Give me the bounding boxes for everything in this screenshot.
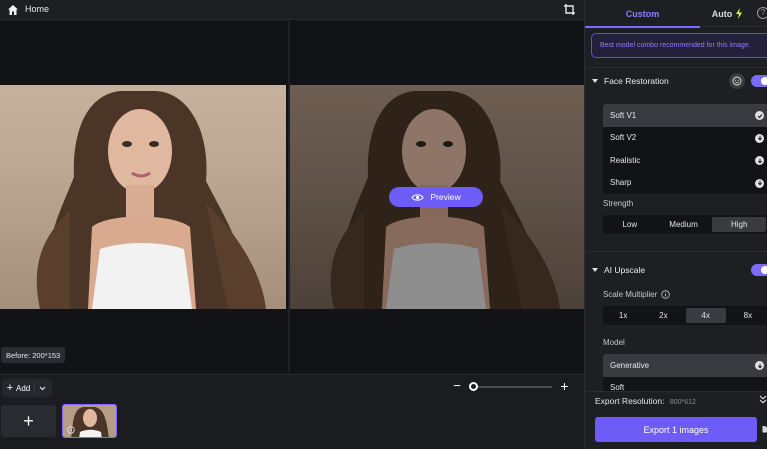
info-icon[interactable] bbox=[661, 290, 670, 299]
image-canvas: Preview Before: 200*153 bbox=[0, 21, 584, 373]
before-image bbox=[0, 85, 286, 309]
ai-upscale-title: AI Upscale bbox=[604, 265, 646, 275]
export-resolution-value: 800*612 bbox=[669, 399, 696, 406]
crop-icon[interactable] bbox=[563, 3, 576, 16]
model-label: Soft V2 bbox=[610, 133, 637, 143]
ai-upscale-header[interactable]: AI Upscale bbox=[585, 260, 767, 280]
scale-multiplier-selector: 1x 2x 4x 8x bbox=[603, 306, 767, 325]
caret-down-icon bbox=[592, 79, 598, 83]
model-label: Model bbox=[603, 338, 625, 347]
eye-icon bbox=[411, 193, 424, 201]
zoom-out-button[interactable]: − bbox=[451, 379, 463, 393]
download-icon[interactable] bbox=[755, 361, 764, 370]
preview-label: Preview bbox=[430, 192, 461, 202]
model-label: Soft V1 bbox=[610, 110, 637, 120]
home-icon[interactable] bbox=[7, 4, 19, 16]
list-item[interactable]: Generative bbox=[603, 354, 767, 377]
tab-custom[interactable]: Custom bbox=[585, 0, 700, 28]
scale-option-1x[interactable]: 1x bbox=[603, 306, 643, 325]
strength-selector: Low Medium High bbox=[603, 215, 767, 234]
model-label: Generative bbox=[610, 360, 650, 370]
home-link[interactable]: Home bbox=[25, 4, 49, 14]
face-icon[interactable] bbox=[729, 73, 745, 89]
scale-multiplier-label: Scale Multiplier bbox=[603, 290, 670, 299]
list-item[interactable]: Sharp bbox=[603, 172, 767, 195]
before-size-badge: Before: 200*153 bbox=[1, 347, 65, 363]
double-chevron-down-icon[interactable] bbox=[759, 395, 767, 404]
zoom-slider-handle[interactable] bbox=[469, 382, 478, 391]
add-image-tile[interactable]: + bbox=[1, 405, 56, 437]
scale-option-4x[interactable]: 4x bbox=[685, 308, 726, 323]
bottom-strip: + Add − + + bbox=[0, 374, 584, 449]
download-icon[interactable] bbox=[755, 178, 764, 188]
recommendation-hint[interactable]: Best model combo recommended for this im… bbox=[591, 33, 767, 58]
preview-button[interactable]: Preview bbox=[389, 187, 483, 207]
tab-auto-label: Auto bbox=[711, 8, 733, 19]
export-button[interactable]: Export 1 images bbox=[595, 417, 757, 442]
export-resolution-label: Export Resolution: bbox=[595, 396, 665, 406]
list-item[interactable]: Soft bbox=[603, 377, 767, 392]
folder-icon[interactable] bbox=[762, 425, 767, 433]
list-item[interactable]: Realistic bbox=[603, 149, 767, 172]
scale-multiplier-text: Scale Multiplier bbox=[603, 290, 658, 299]
strength-option-high[interactable]: High bbox=[712, 217, 767, 232]
add-button[interactable]: + Add bbox=[2, 379, 52, 397]
zoom-in-button[interactable]: + bbox=[558, 379, 571, 393]
download-icon[interactable] bbox=[755, 133, 764, 143]
ai-upscale-toggle[interactable] bbox=[751, 264, 767, 276]
face-restoration-toggle[interactable] bbox=[751, 75, 767, 87]
strength-option-low[interactable]: Low bbox=[603, 215, 657, 234]
help-icon[interactable]: ? bbox=[757, 7, 767, 19]
check-icon bbox=[755, 111, 764, 120]
lightning-icon bbox=[736, 8, 743, 19]
settings-panel: Custom Auto ? Best model combo recommend… bbox=[584, 0, 767, 449]
caret-down-icon bbox=[592, 268, 598, 272]
mode-tabs: Custom Auto ? bbox=[585, 0, 767, 28]
upscale-model-list: Generative Soft bbox=[603, 354, 767, 392]
chevron-down-icon[interactable] bbox=[39, 386, 46, 391]
section-divider bbox=[585, 251, 767, 252]
scale-option-8x[interactable]: 8x bbox=[728, 306, 767, 325]
list-item[interactable]: Soft V2 bbox=[603, 127, 767, 150]
list-item[interactable]: Soft V1 bbox=[603, 104, 767, 127]
scale-option-2x[interactable]: 2x bbox=[643, 306, 683, 325]
zoom-slider-track[interactable] bbox=[475, 386, 552, 388]
image-thumbnail[interactable] bbox=[62, 404, 117, 438]
model-label: Realistic bbox=[610, 155, 641, 165]
info-icon bbox=[67, 426, 75, 434]
top-bar: Home bbox=[0, 0, 584, 20]
export-resolution: Export Resolution: 800*612 bbox=[595, 396, 696, 406]
section-divider bbox=[585, 67, 767, 68]
tab-auto[interactable]: Auto bbox=[700, 0, 755, 27]
add-label: Add bbox=[16, 383, 31, 393]
download-icon[interactable] bbox=[755, 156, 764, 165]
face-restoration-title: Face Restoration bbox=[604, 76, 669, 86]
plus-icon: + bbox=[6, 382, 14, 394]
export-bar: Export Resolution: 800*612 Export 1 imag… bbox=[585, 391, 767, 449]
add-separator bbox=[34, 382, 36, 394]
face-restoration-header[interactable]: Face Restoration bbox=[585, 71, 767, 91]
strength-option-medium[interactable]: Medium bbox=[657, 215, 711, 234]
model-label: Sharp bbox=[610, 178, 632, 188]
strength-label: Strength bbox=[603, 199, 634, 208]
face-model-list: Soft V1 Soft V2 Realistic Sharp bbox=[603, 104, 767, 194]
